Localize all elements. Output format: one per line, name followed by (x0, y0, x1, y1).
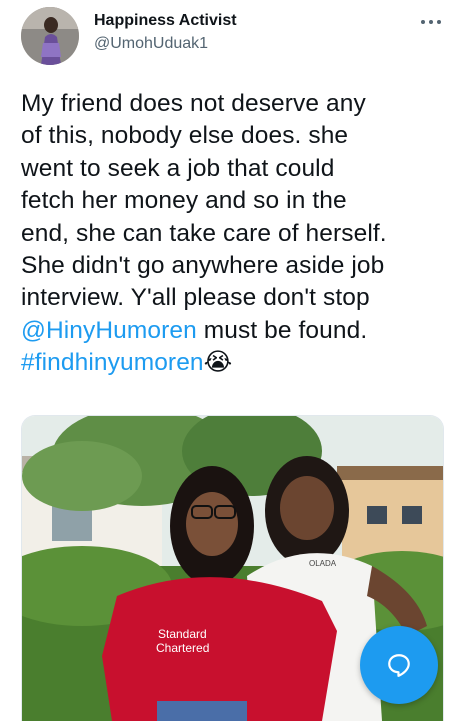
avatar[interactable] (21, 7, 79, 65)
tweet-line: fetch her money and so in the (21, 187, 347, 215)
mention-link[interactable]: @HinyHumoren (21, 317, 197, 344)
tweet-text: My friend does not deserve any of this, … (21, 88, 451, 380)
tweet-line: #findhinyumoren😭 (21, 347, 451, 379)
tweet-line: interview. Y'all please don't stop (21, 284, 370, 312)
chat-bubble-icon (388, 654, 410, 677)
hashtag-link[interactable]: #findhinyumoren (21, 349, 204, 376)
more-options-icon[interactable] (414, 10, 448, 34)
tweet-line: end, she can take care of herself. (21, 219, 387, 247)
crying-emoji: 😭 (203, 349, 233, 377)
tweet-header: Happiness Activist @UmohUduak1 (0, 0, 463, 80)
user-handle[interactable]: @UmohUduak1 (94, 35, 208, 53)
tweet-line: She didn't go anywhere aside job (21, 252, 385, 280)
tweet-line-text: must be found. (196, 316, 368, 344)
jersey-text-line2: Chartered (156, 641, 209, 655)
tweet-line: went to seek a job that could (21, 154, 335, 182)
display-name[interactable]: Happiness Activist (94, 12, 237, 30)
tweet-line: My friend does not deserve any (21, 90, 366, 117)
compose-button[interactable] (360, 626, 438, 704)
jersey-text-line1: Standard (158, 627, 207, 641)
shirt-text: OLADA (309, 559, 337, 568)
tweet-line: @HinyHumoren must be found. (21, 315, 451, 347)
tweet-line: of this, nobody else does. she (21, 122, 349, 150)
